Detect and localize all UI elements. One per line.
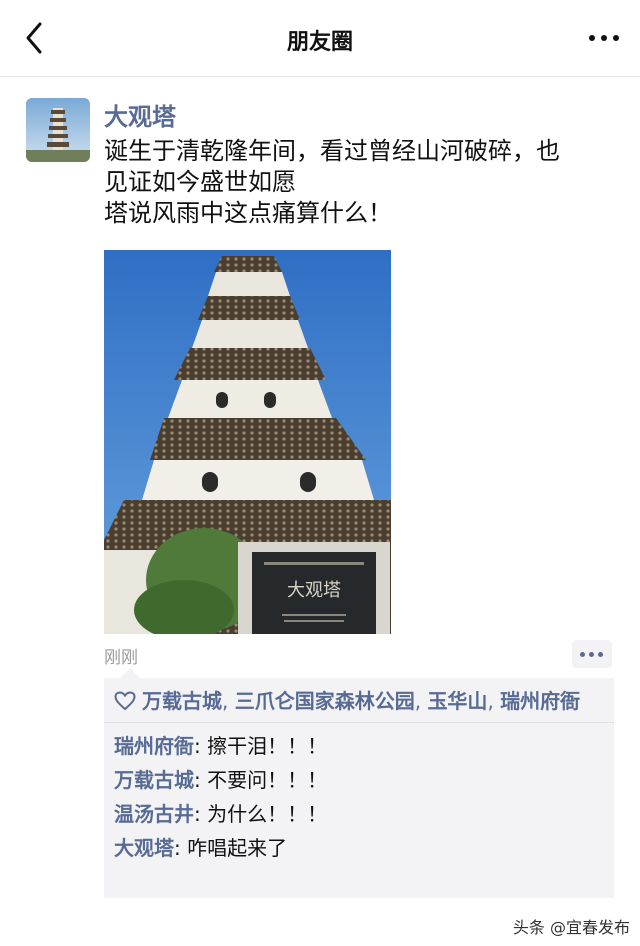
like-name[interactable]: 玉华山 xyxy=(427,689,487,713)
heart-icon xyxy=(114,691,136,711)
comments-list: 瑞州府衙: 擦干泪！！！ 万载古城: 不要问！！！ 温汤古井: 为什么！！！ 大… xyxy=(104,723,614,865)
comment-text: : 为什么！！！ xyxy=(194,802,328,826)
comment-item[interactable]: 大观塔: 咋唱起来了 xyxy=(114,831,604,865)
post-text-line: 诞生于清乾隆年间，看过曾经山河破碎，也 xyxy=(104,137,560,165)
post-author-name[interactable]: 大观塔 xyxy=(104,97,176,132)
like-name[interactable]: 瑞州府衙 xyxy=(500,689,580,713)
post-text-line: 见证如今盛世如愿 xyxy=(104,168,296,196)
post-photo[interactable]: 大观塔 xyxy=(104,250,391,634)
comment-author[interactable]: 万载古城 xyxy=(114,768,194,792)
comment-author[interactable]: 瑞州府衙 xyxy=(114,734,194,758)
comment-text: : 咋唱起来了 xyxy=(174,836,288,860)
comment-text: : 擦干泪！！！ xyxy=(194,734,328,758)
post-timestamp: 刚刚 xyxy=(104,648,138,668)
comment-item[interactable]: 温汤古井: 为什么！！！ xyxy=(114,797,604,831)
post-actions-button[interactable] xyxy=(572,640,612,668)
page-title: 朋友圈 xyxy=(286,30,353,55)
avatar[interactable] xyxy=(26,98,90,162)
pagoda-avatar-image xyxy=(26,98,90,162)
comment-item[interactable]: 万载古城: 不要问！！！ xyxy=(114,763,604,797)
like-separator: , xyxy=(222,689,235,713)
comment-author[interactable]: 大观塔 xyxy=(114,836,174,860)
likes-list: 万载古城, 三爪仑国家森林公园, 玉华山, 瑞州府衙 xyxy=(104,678,614,723)
post-text: 诞生于清乾隆年间，看过曾经山河破碎，也 见证如今盛世如愿 塔说风雨中这点痛算什么… xyxy=(104,136,604,229)
pagoda-photo: 大观塔 xyxy=(104,250,391,634)
comment-text: : 不要问！！！ xyxy=(194,768,328,792)
more-options-button[interactable] xyxy=(586,24,622,52)
post-text-line: 塔说风雨中这点痛算什么！ xyxy=(104,199,392,227)
plaque-title: 大观塔 xyxy=(287,580,341,601)
like-name[interactable]: 三爪仑国家森林公园 xyxy=(235,689,415,713)
top-bar: 朋友圈 xyxy=(0,0,640,77)
watermark: 头条 @宜春发布 xyxy=(512,918,630,937)
like-separator: , xyxy=(487,689,501,713)
like-name[interactable]: 万载古城 xyxy=(142,689,222,713)
comment-item[interactable]: 瑞州府衙: 擦干泪！！！ xyxy=(114,729,604,763)
ellipsis-icon xyxy=(589,35,619,41)
interactions-panel: 万载古城, 三爪仑国家森林公园, 玉华山, 瑞州府衙 瑞州府衙: 擦干泪！！！ … xyxy=(104,668,614,898)
like-separator: , xyxy=(414,689,428,713)
comment-author[interactable]: 温汤古井 xyxy=(114,802,194,826)
